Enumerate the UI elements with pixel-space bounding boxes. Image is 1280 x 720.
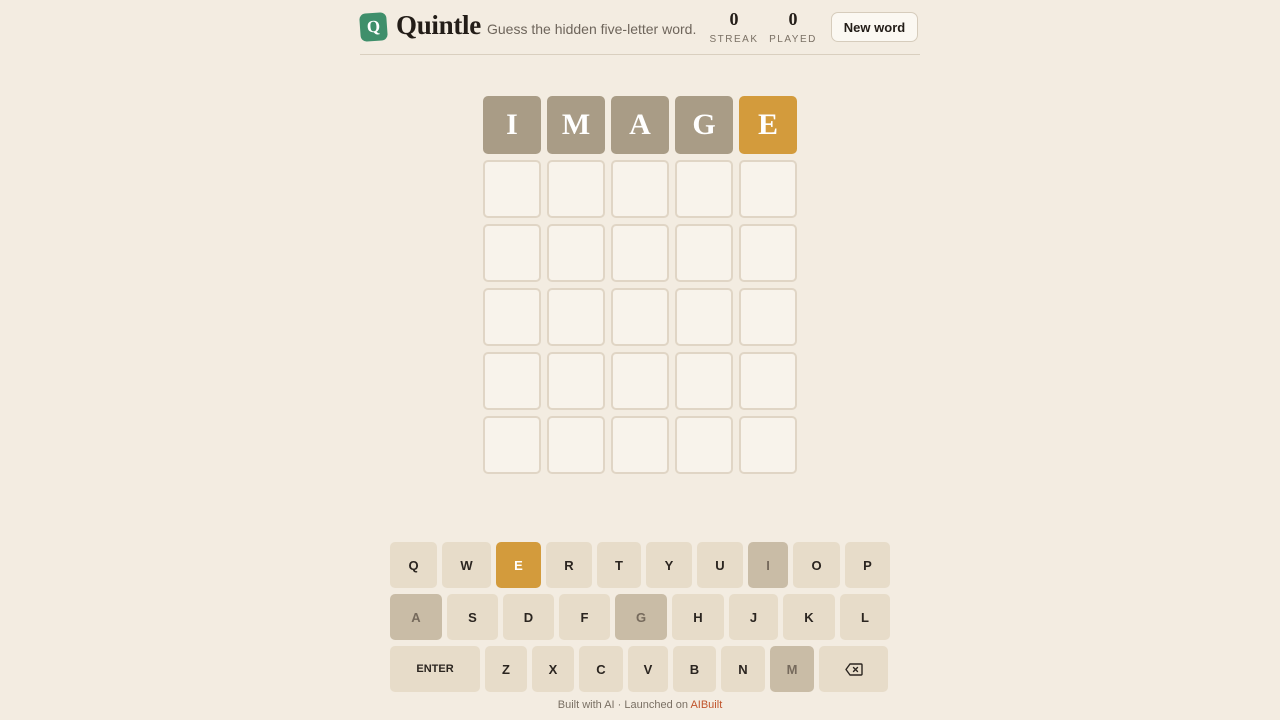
board-row <box>483 160 797 218</box>
key-d[interactable]: D <box>503 594 554 640</box>
board-tile <box>739 288 797 346</box>
board-tile <box>611 352 669 410</box>
key-y[interactable]: Y <box>646 542 692 588</box>
tagline: Guess the hidden five-letter word. <box>487 21 697 37</box>
header: Q Quintle Guess the hidden five-letter w… <box>359 0 920 55</box>
board-tile <box>547 224 605 282</box>
key-b[interactable]: B <box>673 646 716 692</box>
keyboard-row3: ENTER Z X C V B N M <box>390 646 890 692</box>
board-row <box>483 224 797 282</box>
board-row <box>483 352 797 410</box>
key-q[interactable]: Q <box>390 542 437 588</box>
key-c[interactable]: C <box>579 646 623 692</box>
played-value: 0 <box>788 9 798 29</box>
key-p[interactable]: P <box>845 542 890 588</box>
key-o[interactable]: O <box>793 542 840 588</box>
key-g[interactable]: G <box>615 594 667 640</box>
board-tile <box>739 160 797 218</box>
board-tile <box>483 352 541 410</box>
board-tile <box>675 224 733 282</box>
board-tile <box>739 224 797 282</box>
board-tile: E <box>739 96 797 154</box>
logo-icon: Q <box>359 12 388 42</box>
board-tile <box>483 224 541 282</box>
keyboard-row2: ASDFGHJKL <box>390 594 890 640</box>
board-tile <box>483 160 541 218</box>
key-t[interactable]: T <box>597 542 641 588</box>
board-tile <box>675 416 733 474</box>
key-backspace[interactable] <box>819 646 888 692</box>
key-e[interactable]: E <box>496 542 541 588</box>
key-enter[interactable]: ENTER <box>390 646 480 692</box>
key-a[interactable]: A <box>390 594 442 640</box>
key-w[interactable]: W <box>442 542 491 588</box>
board-tile <box>739 352 797 410</box>
streak-value: 0 <box>729 9 739 29</box>
board-tile <box>611 416 669 474</box>
key-h[interactable]: H <box>672 594 724 640</box>
board-tile <box>675 352 733 410</box>
streak-stat: 0 STREAK <box>708 8 760 45</box>
board-tile <box>547 160 605 218</box>
key-f[interactable]: F <box>559 594 610 640</box>
board-row: IMAGE <box>483 96 797 154</box>
board-tile <box>675 288 733 346</box>
game-board: IMAGE <box>483 96 797 480</box>
key-i[interactable]: I <box>748 542 788 588</box>
key-n[interactable]: N <box>721 646 765 692</box>
key-s[interactable]: S <box>447 594 498 640</box>
key-l[interactable]: L <box>840 594 890 640</box>
board-tile: M <box>547 96 605 154</box>
key-j[interactable]: J <box>729 594 778 640</box>
board-tile <box>547 352 605 410</box>
key-r[interactable]: R <box>546 542 592 588</box>
key-x[interactable]: X <box>532 646 574 692</box>
board-tile <box>611 160 669 218</box>
streak-label: STREAK <box>709 34 759 45</box>
footer-link[interactable]: AIBuilt <box>690 699 722 711</box>
app-title: Quintle <box>396 10 481 40</box>
keyboard-row1: QWERTYUIOP <box>390 542 890 588</box>
footer-text: Built with AI · Launched on <box>557 699 688 711</box>
key-k[interactable]: K <box>783 594 835 640</box>
played-stat: 0 PLAYED <box>768 8 818 45</box>
board-tile: I <box>483 96 541 154</box>
board-tile <box>483 288 541 346</box>
board-tile <box>739 416 797 474</box>
board-tile <box>483 416 541 474</box>
board-tile <box>611 288 669 346</box>
played-label: PLAYED <box>769 34 817 45</box>
on-screen-keyboard: Q W E R T Y U I O P A S D F G H J K L ENTER Z X C V B N M <box>390 542 890 698</box>
key-v[interactable]: V <box>628 646 668 692</box>
board-tile <box>675 160 733 218</box>
footer: Built with AI · Launched on AIBuilt <box>0 699 1280 711</box>
board-row <box>483 416 797 474</box>
backspace-icon <box>844 662 863 676</box>
board-tile <box>547 416 605 474</box>
key-m[interactable]: M <box>770 646 814 692</box>
board-tile <box>611 224 669 282</box>
board-tile: A <box>611 96 669 154</box>
key-u[interactable]: U <box>697 542 743 588</box>
board-row <box>483 288 797 346</box>
board-tile <box>547 288 605 346</box>
new-word-button[interactable]: New word <box>831 12 918 42</box>
board-tile: G <box>675 96 733 154</box>
key-z[interactable]: Z <box>485 646 527 692</box>
